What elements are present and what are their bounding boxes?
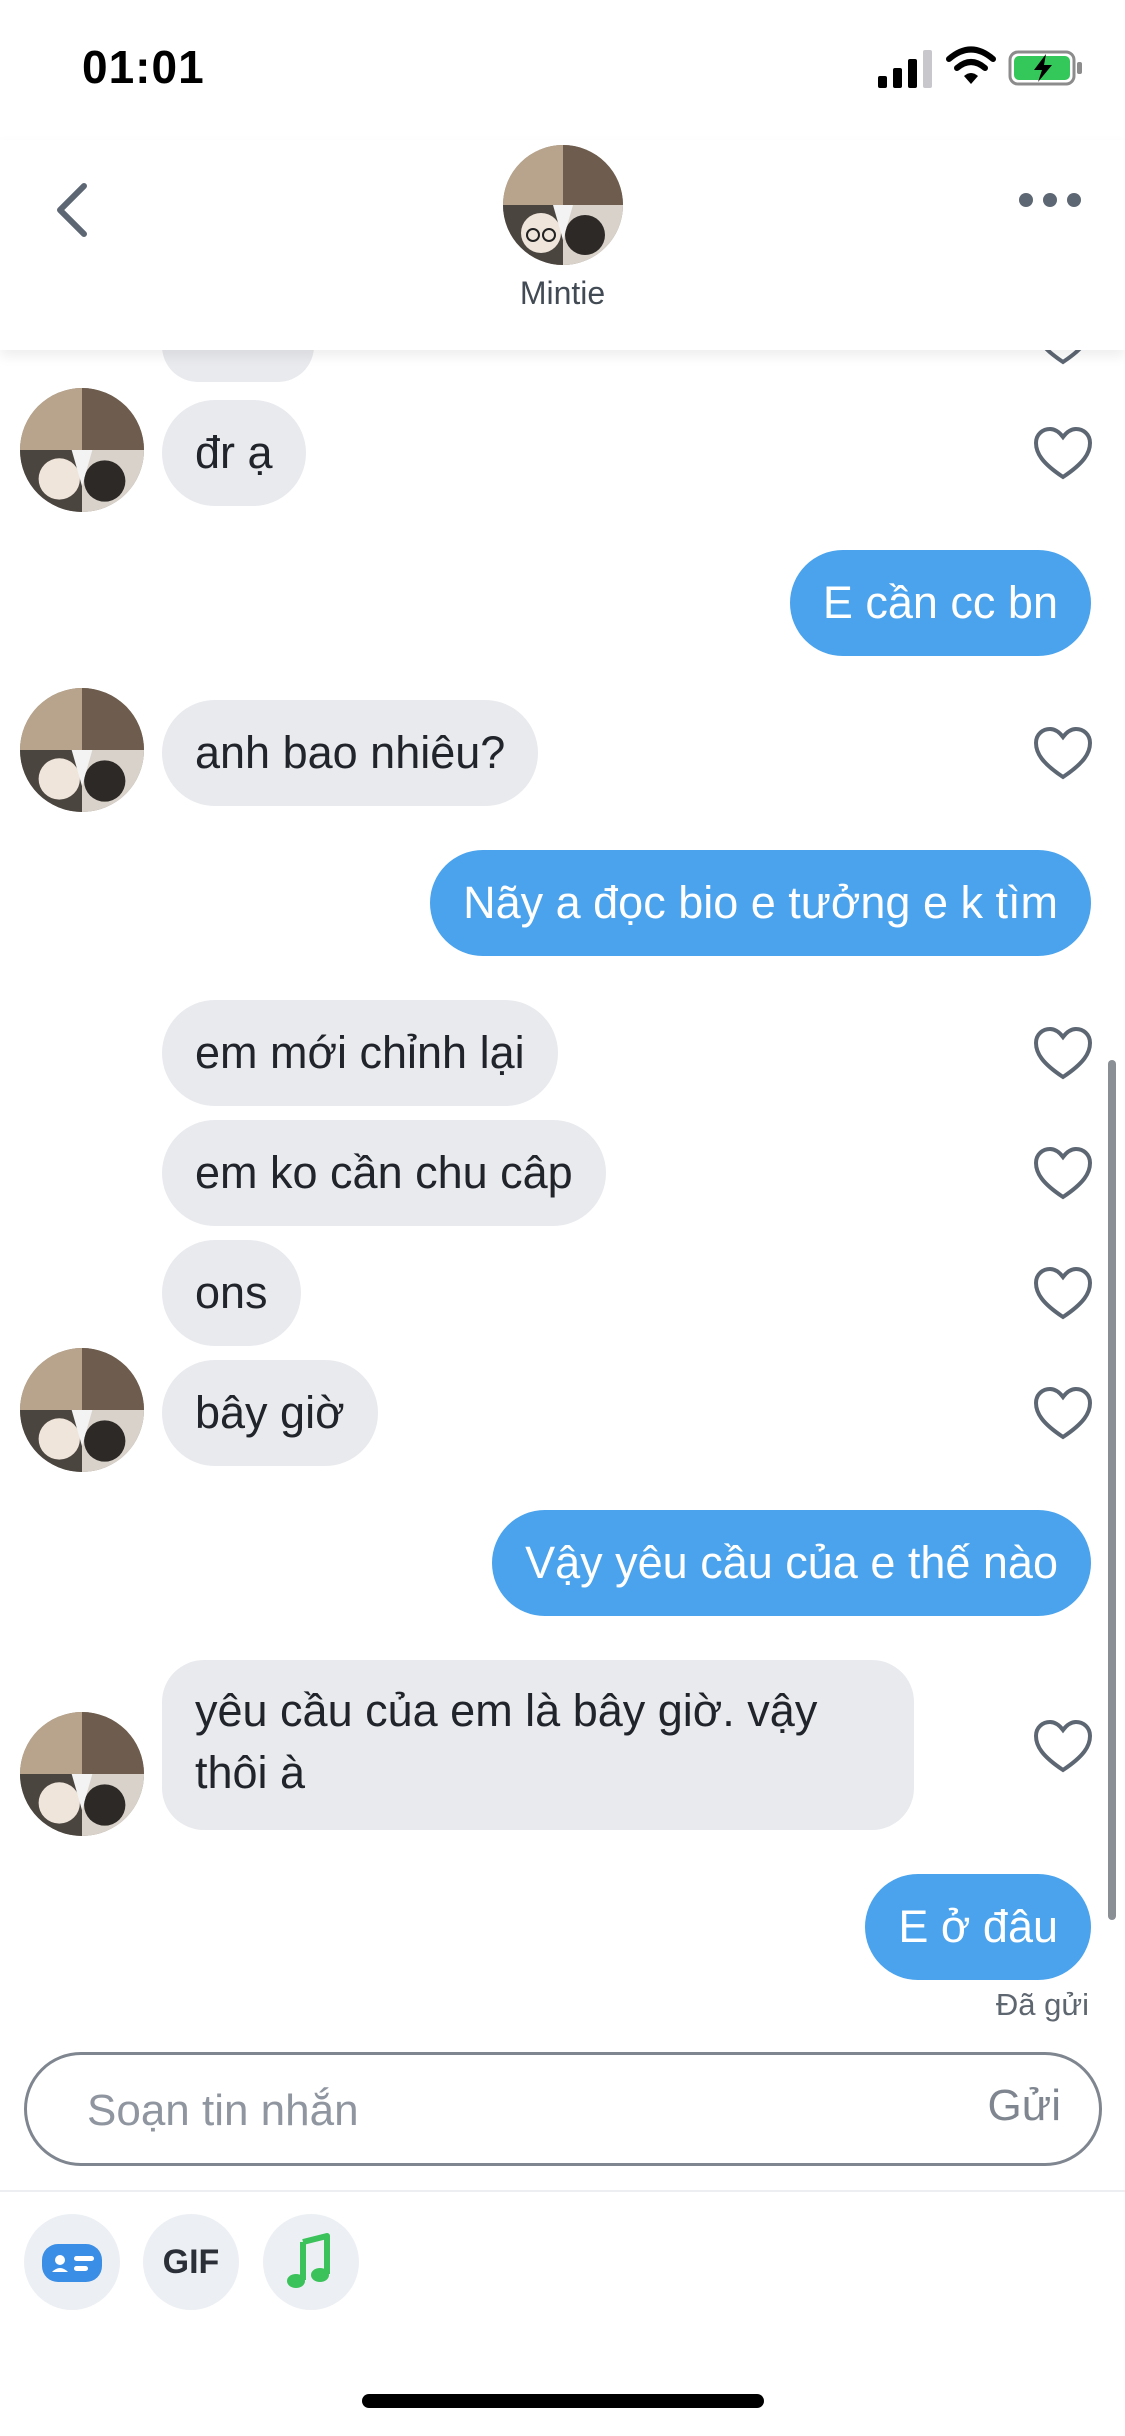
heart-icon[interactable]: [1032, 425, 1094, 481]
contact-name[interactable]: Mintie: [0, 275, 1125, 312]
message-bubble-received[interactable]: em mới chỉnh lại: [162, 1000, 558, 1106]
compose-bar: Gửi: [24, 2052, 1102, 2166]
music-button[interactable]: [263, 2214, 359, 2310]
message-bubble-received-partial[interactable]: [162, 350, 314, 382]
message-input[interactable]: [85, 2077, 949, 2145]
message-bubble-sent[interactable]: E ở đâu: [865, 1874, 1091, 1980]
battery-charging-icon: [1008, 50, 1082, 86]
sender-avatar[interactable]: [20, 688, 144, 812]
message-bubble-received[interactable]: em ko cần chu câp: [162, 1120, 606, 1226]
message-bubble-sent[interactable]: Nãy a đọc bio e tưởng e k tìm: [430, 850, 1091, 956]
message-bubble-received[interactable]: ons: [162, 1240, 301, 1346]
status-bar: 01:01: [0, 0, 1125, 140]
heart-icon[interactable]: [1032, 1385, 1094, 1441]
delivery-status: Đã gửi: [995, 1987, 1089, 2022]
message-bubble-received[interactable]: đr ạ: [162, 400, 306, 506]
chat-screen: 01:01 Mintie đr ạ E cần cc bn anh bao nh…: [0, 0, 1125, 2436]
heart-icon[interactable]: [1032, 1145, 1094, 1201]
back-chevron-icon[interactable]: [44, 170, 104, 250]
home-indicator[interactable]: [362, 2394, 764, 2408]
message-bubble-received[interactable]: anh bao nhiêu?: [162, 700, 539, 806]
heart-icon[interactable]: [1032, 1718, 1094, 1774]
gif-icon: GIF: [162, 2243, 220, 2281]
message-bubble-sent[interactable]: E cần cc bn: [789, 550, 1091, 656]
sender-avatar[interactable]: [20, 388, 144, 512]
message-bubble-received[interactable]: bây giờ: [162, 1360, 378, 1466]
scrollbar[interactable]: [1108, 1060, 1116, 1920]
message-bubble-sent[interactable]: Vậy yêu cầu của e thế nào: [492, 1510, 1091, 1616]
chat-header: Mintie: [0, 140, 1125, 350]
sender-avatar[interactable]: [20, 1348, 144, 1472]
heart-icon[interactable]: [1032, 1265, 1094, 1321]
send-button[interactable]: Gửi: [988, 2081, 1061, 2131]
more-options-icon[interactable]: [1010, 170, 1090, 230]
cellular-signal-icon: [878, 50, 932, 88]
sender-avatar[interactable]: [20, 1712, 144, 1836]
message-list[interactable]: đr ạ E cần cc bn anh bao nhiêu? Nãy a đọ: [0, 350, 1125, 2050]
toolbar-divider: [0, 2190, 1125, 2192]
music-note-icon: [287, 2233, 330, 2288]
contact-card-button[interactable]: [24, 2214, 120, 2310]
gif-button[interactable]: GIF: [143, 2214, 239, 2310]
contact-avatar[interactable]: [503, 145, 623, 265]
status-time: 01:01: [82, 41, 205, 93]
wifi-icon: [946, 46, 996, 84]
heart-icon[interactable]: [1032, 1025, 1094, 1081]
heart-icon[interactable]: [1032, 350, 1094, 366]
message-bubble-received[interactable]: yêu cầu của em là bây giờ. vậy thôi à: [162, 1660, 914, 1830]
contact-card-icon: [42, 2244, 102, 2282]
heart-icon[interactable]: [1032, 725, 1094, 781]
